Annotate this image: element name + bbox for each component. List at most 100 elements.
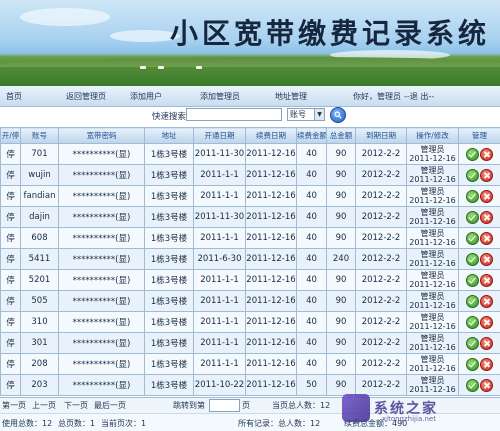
delete-icon[interactable] bbox=[480, 253, 493, 266]
column-header: 操作/修改 bbox=[407, 128, 459, 144]
app-title: 小区宽带缴费记录系统 bbox=[170, 12, 490, 52]
nav-add-admin[interactable]: 添加管理员 bbox=[200, 91, 240, 102]
address-cell: 1栋3号楼 bbox=[145, 186, 194, 207]
actions-cell bbox=[459, 270, 500, 291]
toggle-status-link[interactable]: 停 bbox=[1, 249, 21, 270]
toggle-status-link[interactable]: 停 bbox=[1, 270, 21, 291]
nav-add-user[interactable]: 添加用户 bbox=[130, 91, 162, 102]
delete-icon[interactable] bbox=[480, 169, 493, 182]
total-amount-cell: 90 bbox=[327, 207, 356, 228]
delete-icon[interactable] bbox=[480, 379, 493, 392]
nav-address[interactable]: 地址管理 bbox=[275, 91, 307, 102]
operator-date: 2011-12-16 bbox=[407, 238, 458, 247]
operator-name: 管理员 bbox=[407, 166, 458, 175]
logout-link[interactable]: --退 出-- bbox=[404, 91, 434, 102]
operator-name: 管理员 bbox=[407, 250, 458, 259]
confirm-icon[interactable] bbox=[466, 211, 479, 224]
password-cell[interactable]: **********(显) bbox=[59, 249, 145, 270]
renew-fee-cell: 40 bbox=[297, 165, 327, 186]
renew-fee-cell: 40 bbox=[297, 270, 327, 291]
total-amount-cell: 90 bbox=[327, 375, 356, 396]
delete-icon[interactable] bbox=[480, 211, 493, 224]
confirm-icon[interactable] bbox=[466, 274, 479, 287]
toggle-status-link[interactable]: 停 bbox=[1, 165, 21, 186]
password-cell[interactable]: **********(显) bbox=[59, 375, 145, 396]
table-row: 停310**********(显)1栋3号楼2011-1-12011-12-16… bbox=[1, 312, 500, 333]
address-cell: 1栋3号楼 bbox=[145, 333, 194, 354]
password-cell[interactable]: **********(显) bbox=[59, 144, 145, 165]
toggle-status-link[interactable]: 停 bbox=[1, 333, 21, 354]
confirm-icon[interactable] bbox=[466, 232, 479, 245]
password-cell[interactable]: **********(显) bbox=[59, 291, 145, 312]
delete-icon[interactable] bbox=[480, 148, 493, 161]
toggle-status-link[interactable]: 停 bbox=[1, 312, 21, 333]
confirm-icon[interactable] bbox=[466, 316, 479, 329]
delete-icon[interactable] bbox=[480, 358, 493, 371]
status-footer: 使用总数：12 总页数：1 当前页次：1 所有记录：总人数：12 续费总金额：4… bbox=[0, 413, 500, 431]
toggle-status-link[interactable]: 停 bbox=[1, 291, 21, 312]
address-cell: 1栋3号楼 bbox=[145, 375, 194, 396]
password-cell[interactable]: **********(显) bbox=[59, 354, 145, 375]
actions-cell bbox=[459, 333, 500, 354]
delete-icon[interactable] bbox=[480, 316, 493, 329]
toggle-status-link[interactable]: 停 bbox=[1, 144, 21, 165]
next-page-link[interactable]: 下一页 bbox=[64, 400, 88, 411]
password-cell[interactable]: **********(显) bbox=[59, 270, 145, 291]
search-button[interactable] bbox=[330, 107, 346, 123]
confirm-icon[interactable] bbox=[466, 379, 479, 392]
nav-back-admin[interactable]: 返回管理页 bbox=[66, 91, 106, 102]
column-header: 管理 bbox=[459, 128, 500, 144]
actions-cell bbox=[459, 228, 500, 249]
operator-date: 2011-12-16 bbox=[407, 364, 458, 373]
due-date-cell: 2012-2-2 bbox=[356, 375, 407, 396]
delete-icon[interactable] bbox=[480, 274, 493, 287]
operator-cell: 管理员2011-12-16 bbox=[407, 312, 459, 333]
confirm-icon[interactable] bbox=[466, 190, 479, 203]
renew-date-cell: 2011-12-16 bbox=[246, 354, 297, 375]
toggle-status-link[interactable]: 停 bbox=[1, 375, 21, 396]
operator-date: 2011-12-16 bbox=[407, 259, 458, 268]
password-cell[interactable]: **********(显) bbox=[59, 186, 145, 207]
prev-page-link[interactable]: 上一页 bbox=[32, 400, 56, 411]
delete-icon[interactable] bbox=[480, 232, 493, 245]
total-amount-cell: 90 bbox=[327, 291, 356, 312]
operator-date: 2011-12-16 bbox=[407, 280, 458, 289]
open-date-cell: 2011-1-1 bbox=[194, 228, 246, 249]
confirm-icon[interactable] bbox=[466, 148, 479, 161]
toggle-status-link[interactable]: 停 bbox=[1, 354, 21, 375]
first-page-link[interactable]: 第一页 bbox=[2, 400, 26, 411]
password-cell[interactable]: **********(显) bbox=[59, 207, 145, 228]
toggle-status-link[interactable]: 停 bbox=[1, 186, 21, 207]
nav-home[interactable]: 首页 bbox=[6, 91, 22, 102]
toggle-status-link[interactable]: 停 bbox=[1, 207, 21, 228]
page-jump-input[interactable] bbox=[209, 399, 240, 412]
page-count: 总页数：1 bbox=[58, 418, 95, 429]
operator-cell: 管理员2011-12-16 bbox=[407, 249, 459, 270]
operator-cell: 管理员2011-12-16 bbox=[407, 354, 459, 375]
operator-cell: 管理员2011-12-16 bbox=[407, 207, 459, 228]
confirm-icon[interactable] bbox=[466, 358, 479, 371]
search-field-select[interactable]: 账号 ▼ bbox=[287, 108, 325, 121]
password-cell[interactable]: **********(显) bbox=[59, 333, 145, 354]
table-row: 停701**********(显)1栋3号楼2011-11-302011-12-… bbox=[1, 144, 500, 165]
search-input[interactable] bbox=[186, 108, 282, 121]
confirm-icon[interactable] bbox=[466, 295, 479, 308]
delete-icon[interactable] bbox=[480, 337, 493, 350]
confirm-icon[interactable] bbox=[466, 169, 479, 182]
greeting: 你好，管理员 bbox=[353, 91, 401, 102]
toggle-status-link[interactable]: 停 bbox=[1, 228, 21, 249]
table-row: 停wujin**********(显)1栋3号楼2011-1-12011-12-… bbox=[1, 165, 500, 186]
confirm-icon[interactable] bbox=[466, 253, 479, 266]
renew-fee-cell: 40 bbox=[297, 333, 327, 354]
password-cell[interactable]: **********(显) bbox=[59, 312, 145, 333]
delete-icon[interactable] bbox=[480, 190, 493, 203]
password-cell[interactable]: **********(显) bbox=[59, 228, 145, 249]
table-row: 停505**********(显)1栋3号楼2011-1-12011-12-16… bbox=[1, 291, 500, 312]
delete-icon[interactable] bbox=[480, 295, 493, 308]
current-page: 当前页次：1 bbox=[101, 418, 146, 429]
column-header: 地址 bbox=[145, 128, 194, 144]
confirm-icon[interactable] bbox=[466, 337, 479, 350]
actions-cell bbox=[459, 375, 500, 396]
last-page-link[interactable]: 最后一页 bbox=[94, 400, 126, 411]
password-cell[interactable]: **********(显) bbox=[59, 165, 145, 186]
